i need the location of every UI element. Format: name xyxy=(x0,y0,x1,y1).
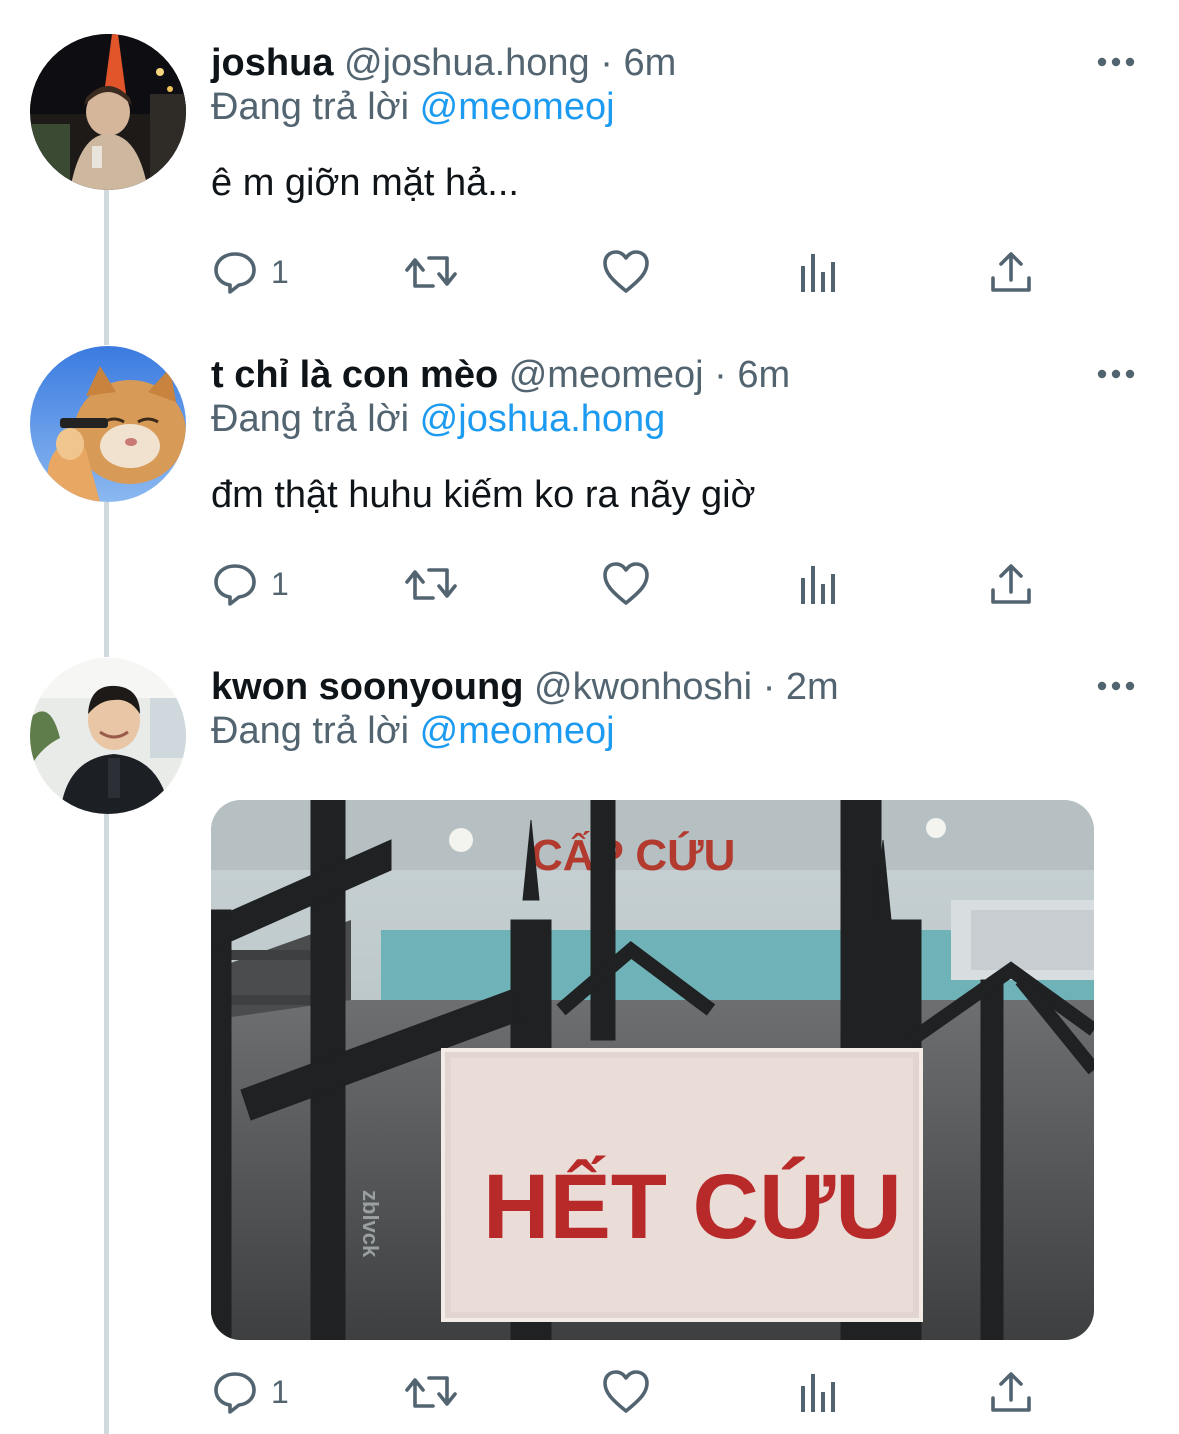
tweet[interactable]: joshua @joshua.hong · 6m Đang trả lời @m… xyxy=(0,34,1179,334)
replying-to: Đang trả lời @joshua.hong xyxy=(211,398,665,441)
action-bar: 1 xyxy=(211,242,1041,302)
heart-icon xyxy=(603,250,649,293)
action-bar: 1 xyxy=(211,554,1041,614)
sign-text: HẾT CỨU xyxy=(483,1155,902,1258)
reply-bubble-icon xyxy=(214,252,256,294)
analytics-icon xyxy=(801,254,835,292)
share-button[interactable] xyxy=(989,242,1033,302)
mention-link[interactable]: @meomeoj xyxy=(420,710,615,752)
reply-count: 1 xyxy=(271,253,289,290)
like-button[interactable] xyxy=(601,1362,651,1422)
views-button[interactable] xyxy=(799,554,839,614)
retweet-button[interactable] xyxy=(403,242,459,302)
retweet-button[interactable] xyxy=(403,1362,459,1422)
like-button[interactable] xyxy=(601,242,651,302)
separator-dot: · xyxy=(762,666,786,708)
timestamp[interactable]: 6m xyxy=(623,42,676,84)
timestamp[interactable]: 2m xyxy=(786,666,839,708)
tweet[interactable]: t chỉ là con mèo @meomeoj · 6m Đang trả … xyxy=(0,346,1179,646)
display-name[interactable]: kwon soonyoung xyxy=(211,666,523,708)
separator-dot: · xyxy=(714,354,738,396)
more-dots-icon[interactable] xyxy=(1094,52,1138,72)
mention-link[interactable]: @meomeoj xyxy=(420,86,615,128)
replying-to-label: Đang trả lời xyxy=(211,710,410,752)
share-button[interactable] xyxy=(989,554,1033,614)
share-icon xyxy=(991,564,1031,604)
tweet-header: kwon soonyoung @kwonhoshi · 2m xyxy=(211,658,839,716)
heart-icon xyxy=(603,1370,649,1413)
reply-bubble-icon xyxy=(214,564,256,606)
retweet-button[interactable] xyxy=(403,554,459,614)
tweet-text: ê m giỡn mặt hả... xyxy=(211,162,519,204)
replying-to-label: Đang trả lời xyxy=(211,86,410,128)
timestamp[interactable]: 6m xyxy=(737,354,790,396)
tweet-text: đm thật huhu kiếm ko ra nãy giờ xyxy=(211,474,756,516)
handle[interactable]: @joshua.hong xyxy=(344,42,590,84)
display-name[interactable]: t chỉ là con mèo xyxy=(211,354,498,396)
share-icon xyxy=(991,1372,1031,1412)
reply-button[interactable]: 1 xyxy=(211,242,289,302)
tweet-header: t chỉ là con mèo @meomeoj · 6m xyxy=(211,346,790,404)
tweet-header: joshua @joshua.hong · 6m xyxy=(211,34,676,92)
pole-text: zblvck xyxy=(358,1190,383,1258)
share-icon xyxy=(991,252,1031,292)
top-sign-text: CẤP CỨU xyxy=(531,830,735,880)
more-dots-icon[interactable] xyxy=(1094,364,1138,384)
separator-dot: · xyxy=(600,42,624,84)
action-bar: 1 xyxy=(211,1362,1041,1422)
reply-count: 1 xyxy=(271,565,289,602)
share-button[interactable] xyxy=(989,1362,1033,1422)
reply-count: 1 xyxy=(271,1373,289,1410)
replying-to-label: Đang trả lời xyxy=(211,398,410,440)
tweet-media-image[interactable]: CẤP CỨU zblvck HẾT CỨU xyxy=(211,800,1094,1340)
replying-to: Đang trả lời @meomeoj xyxy=(211,86,615,129)
reply-button[interactable]: 1 xyxy=(211,1362,289,1422)
retweet-icon xyxy=(405,1376,457,1408)
reply-bubble-icon xyxy=(214,1372,256,1414)
views-button[interactable] xyxy=(799,1362,839,1422)
avatar[interactable] xyxy=(30,346,186,502)
reply-button[interactable]: 1 xyxy=(211,554,289,614)
display-name[interactable]: joshua xyxy=(211,42,333,84)
like-button[interactable] xyxy=(601,554,651,614)
handle[interactable]: @meomeoj xyxy=(509,354,704,396)
retweet-icon xyxy=(405,256,457,288)
handle[interactable]: @kwonhoshi xyxy=(534,666,752,708)
analytics-icon xyxy=(801,1374,835,1412)
replying-to: Đang trả lời @meomeoj xyxy=(211,710,615,753)
avatar[interactable] xyxy=(30,34,186,190)
retweet-icon xyxy=(405,568,457,600)
tweet[interactable]: kwon soonyoung @kwonhoshi · 2m Đang trả … xyxy=(0,658,1179,1434)
mention-link[interactable]: @joshua.hong xyxy=(420,398,666,440)
heart-icon xyxy=(603,562,649,605)
more-dots-icon[interactable] xyxy=(1094,676,1138,696)
analytics-icon xyxy=(801,566,835,604)
views-button[interactable] xyxy=(799,242,839,302)
avatar[interactable] xyxy=(30,658,186,814)
